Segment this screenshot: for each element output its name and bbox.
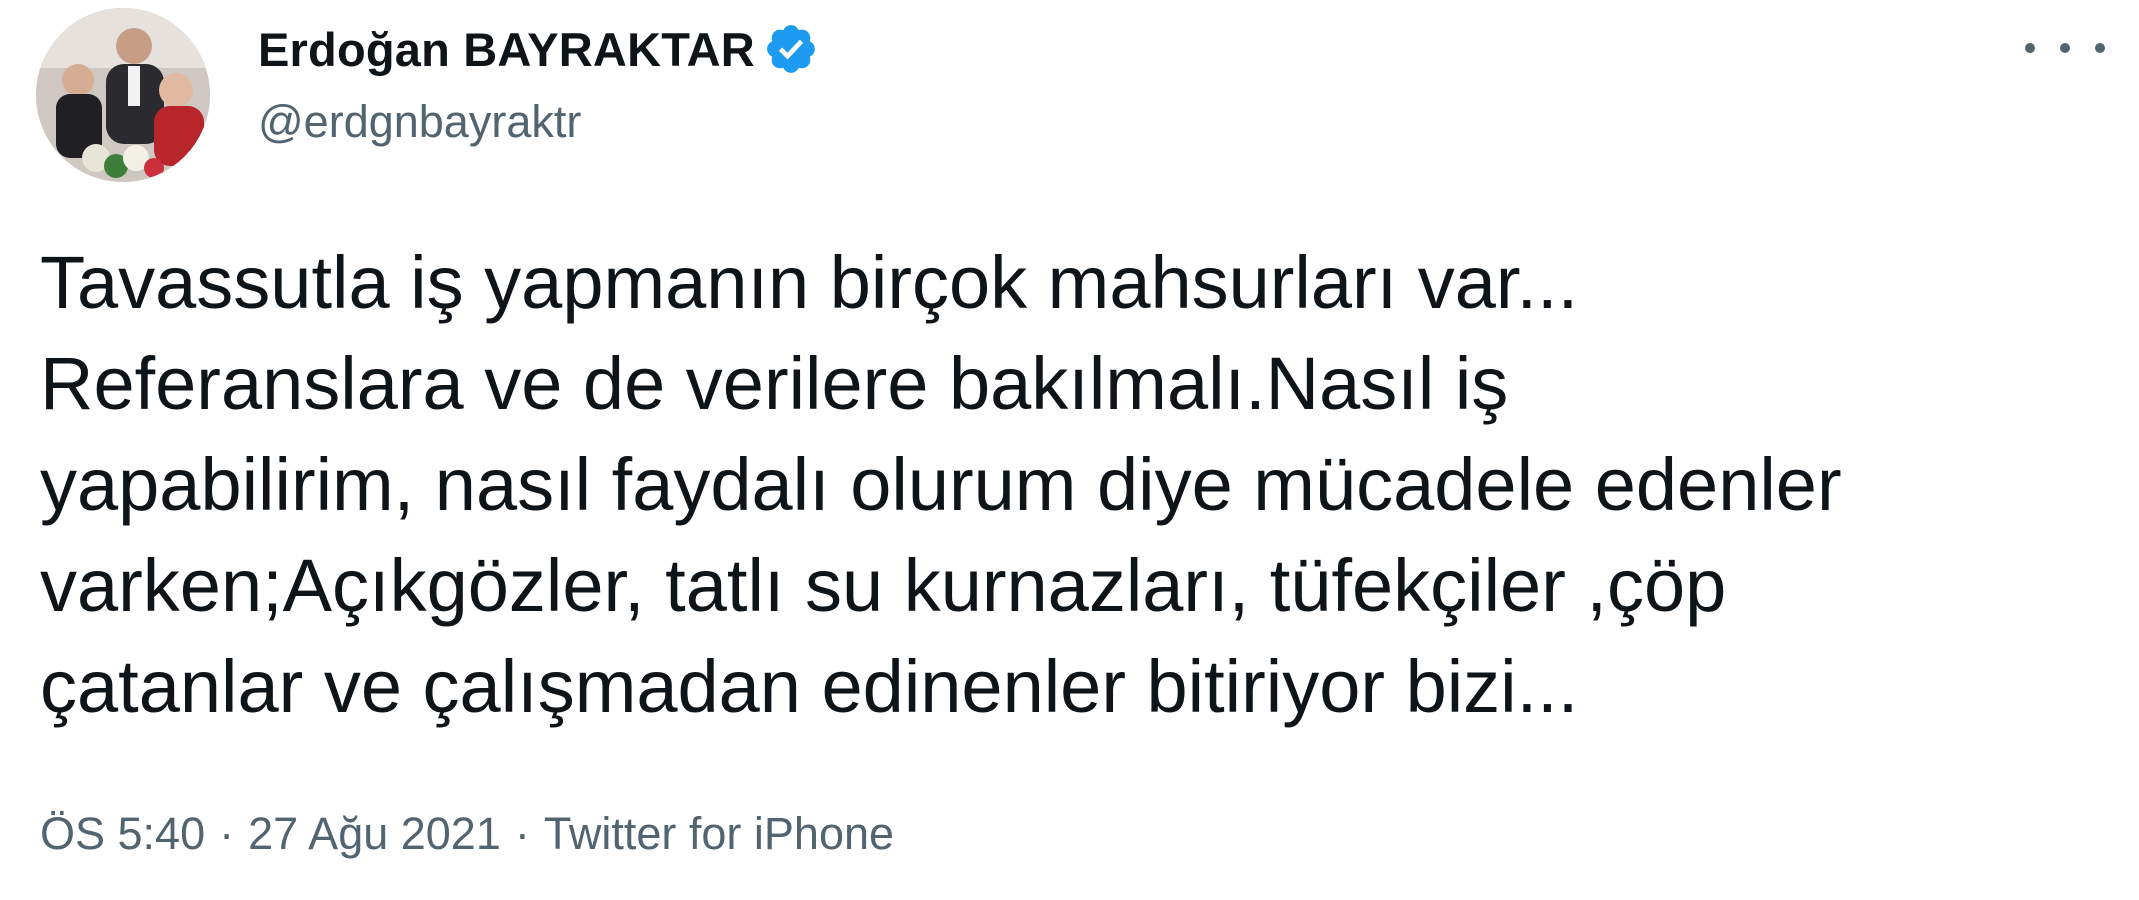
author-display-name[interactable]: Erdoğan BAYRAKTAR — [258, 22, 755, 77]
author-handle[interactable]: @erdgnbayraktr — [258, 96, 581, 148]
tweet-date[interactable]: 27 Ağu 2021 — [248, 808, 501, 860]
meta-separator: · — [514, 808, 530, 859]
more-dot — [2025, 43, 2035, 53]
more-dot — [2095, 43, 2105, 53]
author-name-row[interactable]: Erdoğan BAYRAKTAR — [258, 18, 819, 80]
profile-photo — [36, 8, 210, 182]
meta-separator: · — [219, 808, 235, 859]
tweet-card: Erdoğan BAYRAKTAR @erdgnbayraktr Tavassu… — [0, 0, 2139, 900]
more-horizontal-icon[interactable] — [2025, 28, 2105, 68]
tweet-metadata: ÖS 5:40 · 27 Ağu 2021 · Twitter for iPho… — [40, 808, 894, 860]
tweet-time[interactable]: ÖS 5:40 — [40, 808, 205, 860]
tweet-source[interactable]: Twitter for iPhone — [544, 808, 894, 860]
verified-badge-icon — [767, 25, 815, 73]
tweet-text: Tavassutla iş yapmanın birçok mahsurları… — [40, 241, 1842, 728]
avatar[interactable] — [36, 8, 210, 182]
more-dot — [2060, 43, 2070, 53]
